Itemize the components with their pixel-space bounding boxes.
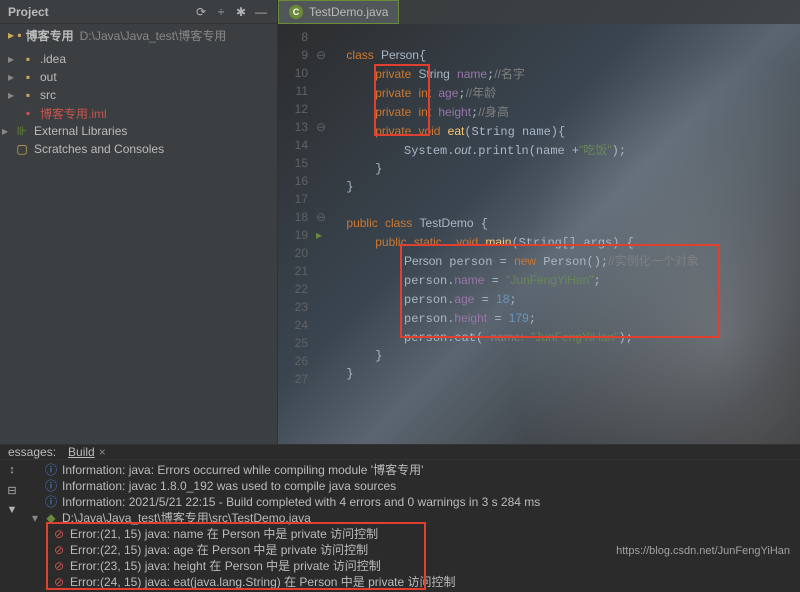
msg-info[interactable]: ⓘInformation: 2021/5/21 22:15 - Build co… <box>24 494 800 510</box>
hide-icon[interactable]: — <box>253 4 269 20</box>
expand-icon[interactable]: ↕ <box>4 464 20 480</box>
tab-bar: C TestDemo.java <box>278 0 800 24</box>
messages-toolbar: ↕ ⊟ ▼ <box>0 460 24 592</box>
tab-testdemo[interactable]: C TestDemo.java <box>278 0 399 24</box>
tree-item-scratches[interactable]: ▢Scratches and Consoles <box>0 140 277 158</box>
project-tree: ▸▪.idea ▸▪out ▸▪src ▪博客专用.iml ▸⊪External… <box>0 46 277 444</box>
sidebar-header: Project ⟳ ÷ ✱ — <box>0 0 277 24</box>
msg-error[interactable]: ⊘Error:(21, 15) java: name 在 Person 中是 p… <box>24 526 800 542</box>
project-path: D:\Java\Java_test\博客专用 <box>80 27 227 44</box>
msg-error[interactable]: ⊘Error:(24, 15) java: eat(java.lang.Stri… <box>24 574 800 590</box>
msg-file[interactable]: ▾◆D:\Java\Java_test\博客专用\src\TestDemo.ja… <box>24 510 800 526</box>
messages-title: essages: <box>8 445 56 459</box>
watermark: https://blog.csdn.net/JunFengYiHan <box>616 545 790 557</box>
tree-item-iml[interactable]: ▪博客专用.iml <box>0 104 277 122</box>
messages-header: essages: Build × <box>0 445 800 460</box>
sidebar-title: Project <box>8 5 189 19</box>
java-icon: C <box>289 5 303 19</box>
editor-area: C TestDemo.java 891011121314151617181920… <box>278 0 800 444</box>
tree-item-external[interactable]: ▸⊪External Libraries <box>0 122 277 140</box>
settings-icon[interactable]: ✱ <box>233 4 249 20</box>
project-sidebar: Project ⟳ ÷ ✱ — ▸ ▪ 博客专用 D:\Java\Java_te… <box>0 0 278 444</box>
next-icon[interactable]: ▼ <box>4 504 20 520</box>
gutter-icons: ⊖ ⊖ ⊖▸ <box>316 28 332 401</box>
msg-info[interactable]: ⓘInformation: java: Errors occurred whil… <box>24 462 800 478</box>
code-body[interactable]: class Person{ private String name;//名字 p… <box>332 28 800 401</box>
tree-item-src[interactable]: ▸▪src <box>0 86 277 104</box>
messages-tree: ⓘInformation: java: Errors occurred whil… <box>24 460 800 592</box>
project-name: 博客专用 <box>26 27 74 44</box>
sync-icon[interactable]: ⟳ <box>193 4 209 20</box>
breadcrumb: ▸ ▪ 博客专用 D:\Java\Java_test\博客专用 <box>0 24 277 46</box>
tree-item-out[interactable]: ▸▪out <box>0 68 277 86</box>
collapse-icon[interactable]: ÷ <box>213 4 229 20</box>
close-icon[interactable]: × <box>99 445 106 459</box>
tree-item-idea[interactable]: ▸▪.idea <box>0 50 277 68</box>
collapse-all-icon[interactable]: ⊟ <box>4 484 20 500</box>
build-tab[interactable]: Build <box>68 445 95 459</box>
folder-icon: ▸ ▪ <box>8 28 22 42</box>
line-gutter: 89101112131415161718192021222324252627 <box>278 28 316 401</box>
msg-error[interactable]: ⊘Error:(23, 15) java: height 在 Person 中是… <box>24 558 800 574</box>
msg-info[interactable]: ⓘInformation: javac 1.8.0_192 was used t… <box>24 478 800 494</box>
